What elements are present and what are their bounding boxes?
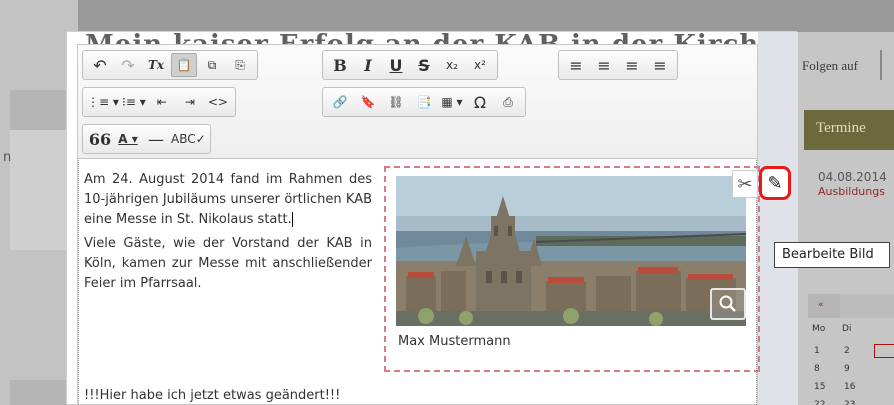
toolbar-group-lists: ⋮≡ ▾ ⁝≡ ▾ ⇤ ⇥ <>: [82, 87, 236, 117]
calendar-day[interactable]: 8: [814, 364, 834, 378]
edit-image-tooltip: Bearbeite Bild: [774, 242, 890, 268]
calendar-header: [840, 294, 894, 318]
numbered-list-button[interactable]: ⋮≡ ▾: [87, 90, 119, 114]
magnifier-icon: [719, 295, 736, 312]
align-center-button[interactable]: ≡: [591, 53, 617, 77]
blockquote-button[interactable]: 66: [87, 127, 113, 151]
editor-toolbar: ↶ ↷ Tx 📋 ⧉ ⎘ B I U S x₂ x² ≡ ≡ ≡ ≡ ⋮≡ ▾ …: [78, 45, 757, 159]
text-cursor: [291, 212, 293, 227]
horizontal-rule-button[interactable]: —: [143, 127, 169, 151]
calendar-day[interactable]: 2: [844, 346, 864, 360]
text-column[interactable]: Am 24. August 2014 fand im Rahmen des 10…: [84, 170, 372, 298]
zoom-button[interactable]: [710, 288, 746, 320]
rich-text-editor: ↶ ↷ Tx 📋 ⧉ ⎘ B I U S x₂ x² ≡ ≡ ≡ ≡ ⋮≡ ▾ …: [77, 44, 760, 405]
background-right-sidebar: Folgen auf Termine 04.08.2014 Ausbildung…: [796, 32, 894, 405]
subscript-button[interactable]: x₂: [439, 53, 465, 77]
align-left-button[interactable]: ≡: [563, 53, 589, 77]
strikethrough-button[interactable]: S: [411, 53, 437, 77]
calendar-day[interactable]: 15: [814, 382, 834, 396]
pencil-icon[interactable]: ✎: [759, 166, 791, 200]
italic-button[interactable]: I: [355, 53, 381, 77]
undo-button[interactable]: ↶: [87, 53, 113, 77]
toolbar-group-insert: 🔗 🔖 ⛓ 📑 ▦ ▾ Ω ⎙: [322, 87, 526, 117]
event-date: 04.08.2014: [818, 170, 887, 184]
follow-box: [880, 50, 894, 80]
calendar-day[interactable]: 22: [814, 400, 834, 405]
calendar-day[interactable]: 23: [844, 400, 864, 405]
underline-button[interactable]: U: [383, 53, 409, 77]
remove-format-button[interactable]: Tx: [143, 53, 169, 77]
calendar-prev-button[interactable]: «: [808, 294, 840, 318]
calendar-weekday: Mo: [812, 324, 826, 334]
justify-button[interactable]: ≡: [647, 53, 673, 77]
table-button[interactable]: ▦ ▾: [439, 90, 465, 114]
unlink-button[interactable]: ⛓: [383, 90, 409, 114]
calendar-today-marker: [874, 344, 894, 358]
calendar-day[interactable]: 1: [814, 346, 834, 360]
scissors-icon[interactable]: ✂: [732, 170, 758, 198]
anchor-button[interactable]: 🔖: [355, 90, 381, 114]
follow-label: Folgen auf: [802, 58, 858, 73]
city-photo-graphic: [396, 176, 746, 326]
calendar-day[interactable]: 16: [844, 382, 864, 396]
outdent-button[interactable]: ⇤: [149, 90, 175, 114]
mini-calendar: « Mo Di 1 2 8 9 15 16 22 23: [808, 294, 894, 405]
paragraph[interactable]: Am 24. August 2014 fand im Rahmen des 10…: [84, 170, 372, 230]
editor-content[interactable]: Am 24. August 2014 fand im Rahmen des 10…: [78, 160, 760, 405]
paste-button[interactable]: 📋: [171, 53, 197, 77]
image-widget[interactable]: Max Mustermann: [384, 166, 760, 372]
spellcheck-button[interactable]: ABC✓: [171, 127, 206, 151]
changed-text-line[interactable]: !!!Hier habe ich jetzt etwas geändert!!!: [84, 388, 340, 403]
calendar-weekday: Di: [842, 324, 852, 334]
event-subtitle: Ausbildungs: [818, 185, 885, 198]
calendar-day[interactable]: 9: [844, 364, 864, 378]
paragraph[interactable]: Viele Gäste, wie der Vorstand der KAB in…: [84, 234, 372, 294]
superscript-button[interactable]: x²: [467, 53, 493, 77]
toolbar-group-history: ↶ ↷ Tx 📋 ⧉ ⎘: [82, 50, 258, 80]
image-handle-toolbar: ✂ ✎: [732, 166, 791, 200]
source-button[interactable]: <>: [205, 90, 231, 114]
background-text: n: [3, 150, 12, 165]
print-button[interactable]: ⎙: [495, 90, 521, 114]
paste-text-button[interactable]: ⎘: [227, 53, 253, 77]
template-button[interactable]: 📑: [411, 90, 437, 114]
events-header: Termine: [804, 110, 894, 150]
toolbar-group-format: 66 A ▾ — ABC✓: [82, 124, 211, 154]
paragraph-text: Am 24. August 2014 fand im Rahmen des 10…: [84, 172, 372, 227]
cologne-photo[interactable]: [396, 176, 746, 326]
toolbar-group-align: ≡ ≡ ≡ ≡: [558, 50, 678, 80]
indent-button[interactable]: ⇥: [177, 90, 203, 114]
copy-button[interactable]: ⧉: [199, 53, 225, 77]
special-char-button[interactable]: Ω: [467, 90, 493, 114]
toolbar-group-styles: B I U S x₂ x²: [322, 50, 498, 80]
redo-button[interactable]: ↷: [115, 53, 141, 77]
image-caption[interactable]: Max Mustermann: [398, 334, 511, 349]
align-right-button[interactable]: ≡: [619, 53, 645, 77]
bullet-list-button[interactable]: ⁝≡ ▾: [121, 90, 147, 114]
text-color-button[interactable]: A ▾: [115, 127, 141, 151]
dialog-scrollbar[interactable]: [758, 32, 798, 405]
bold-button[interactable]: B: [327, 53, 353, 77]
link-button[interactable]: 🔗: [327, 90, 353, 114]
